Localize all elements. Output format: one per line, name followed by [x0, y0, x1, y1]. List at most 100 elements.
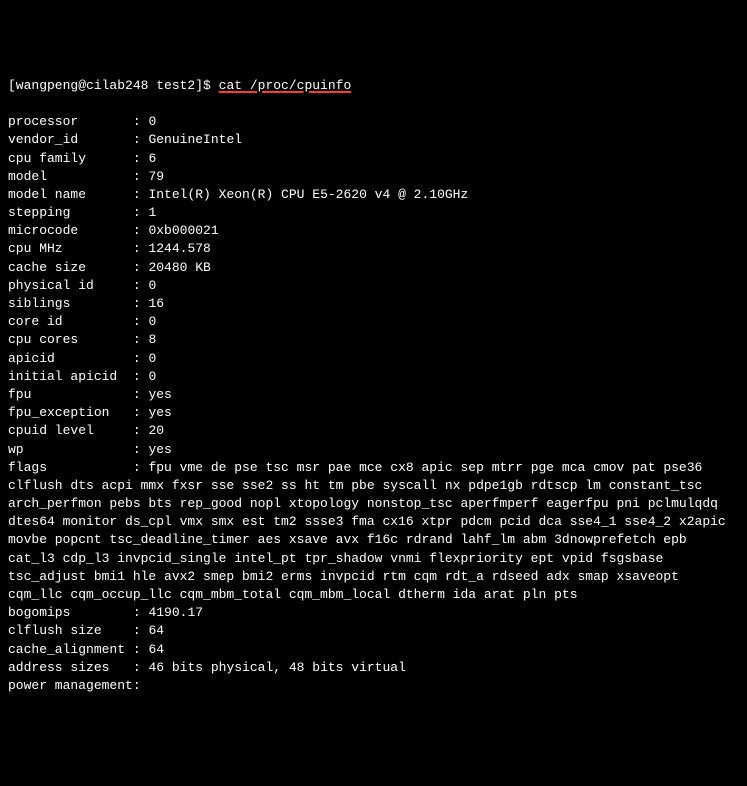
cpuinfo-line: cpu family : 6 [8, 150, 739, 168]
cpuinfo-key: bogomips [8, 604, 133, 622]
cpuinfo-line: stepping : 1 [8, 204, 739, 222]
cpuinfo-separator: : [133, 205, 149, 220]
cpuinfo-key: stepping [8, 204, 133, 222]
cpuinfo-value: 6 [148, 151, 156, 166]
cpuinfo-value: 0xb000021 [148, 223, 218, 238]
cpuinfo-key: power management [8, 677, 133, 695]
cpuinfo-value: 79 [148, 169, 164, 184]
cpuinfo-separator: : [133, 132, 149, 147]
cpuinfo-key: cpu family [8, 150, 133, 168]
cpuinfo-separator: : [133, 460, 149, 475]
cpuinfo-key: flags [8, 460, 133, 475]
cpuinfo-separator: : [133, 241, 149, 256]
cpuinfo-line: model name : Intel(R) Xeon(R) CPU E5-262… [8, 186, 739, 204]
cpuinfo-key: initial apicid [8, 368, 133, 386]
cpuinfo-separator: : [133, 423, 149, 438]
cpuinfo-line: clflush size : 64 [8, 622, 739, 640]
cpuinfo-separator: : [133, 387, 149, 402]
cpuinfo-separator: : [133, 369, 149, 384]
cpuinfo-value: 64 [148, 623, 164, 638]
cpuinfo-value: 20 [148, 423, 164, 438]
cpuinfo-line: processor : 0 [8, 113, 739, 131]
cpuinfo-separator: : [133, 405, 149, 420]
cpuinfo-key: wp [8, 441, 133, 459]
cpuinfo-value: 0 [148, 114, 156, 129]
cpuinfo-separator: : [133, 151, 149, 166]
cpuinfo-line: cpuid level : 20 [8, 422, 739, 440]
cpuinfo-key: processor [8, 113, 133, 131]
cpuinfo-value: 16 [148, 296, 164, 311]
cpuinfo-value: 0 [148, 278, 156, 293]
cpuinfo-value: 0 [148, 351, 156, 366]
cpuinfo-separator: : [133, 642, 149, 657]
cpuinfo-value: 1244.578 [148, 241, 210, 256]
cpuinfo-separator: : [133, 623, 149, 638]
cpuinfo-value: 0 [148, 314, 156, 329]
cpuinfo-line: cache_alignment : 64 [8, 641, 739, 659]
cpuinfo-value: yes [148, 405, 171, 420]
cpuinfo-line: address sizes : 46 bits physical, 48 bit… [8, 659, 739, 677]
cpuinfo-line: core id : 0 [8, 313, 739, 331]
cpuinfo-separator: : [133, 114, 149, 129]
cpuinfo-value: 1 [148, 205, 156, 220]
cpuinfo-key: model name [8, 186, 133, 204]
cpuinfo-separator: : [133, 260, 149, 275]
shell-command: cat /proc/cpuinfo [219, 78, 352, 93]
cpuinfo-separator: : [133, 351, 149, 366]
cpuinfo-flags-line: flags : fpu vme de pse tsc msr pae mce c… [8, 459, 739, 605]
cpuinfo-value: 8 [148, 332, 156, 347]
cpuinfo-value: 46 bits physical, 48 bits virtual [148, 660, 405, 675]
cpuinfo-key: apicid [8, 350, 133, 368]
cpuinfo-key: core id [8, 313, 133, 331]
cpuinfo-key: clflush size [8, 622, 133, 640]
cpuinfo-key: model [8, 168, 133, 186]
cpuinfo-line: initial apicid : 0 [8, 368, 739, 386]
cpuinfo-line: fpu : yes [8, 386, 739, 404]
cpuinfo-value: yes [148, 442, 171, 457]
cpuinfo-line: microcode : 0xb000021 [8, 222, 739, 240]
cpuinfo-line: cpu cores : 8 [8, 331, 739, 349]
cpuinfo-line: power management: [8, 677, 739, 695]
cpuinfo-line: wp : yes [8, 441, 739, 459]
shell-prompt: [wangpeng@cilab248 test2]$ [8, 78, 219, 93]
terminal-output: processor : 0vendor_id : GenuineIntelcpu… [8, 113, 739, 695]
cpuinfo-separator: : [133, 314, 149, 329]
shell-prompt-line: [wangpeng@cilab248 test2]$ cat /proc/cpu… [8, 77, 739, 95]
cpuinfo-separator: : [133, 278, 149, 293]
cpuinfo-key: cpuid level [8, 422, 133, 440]
cpuinfo-line: siblings : 16 [8, 295, 739, 313]
cpuinfo-value: yes [148, 387, 171, 402]
cpuinfo-flags-value: fpu vme de pse tsc msr pae mce cx8 apic … [8, 460, 734, 602]
cpuinfo-value: 0 [148, 369, 156, 384]
cpuinfo-separator: : [133, 332, 149, 347]
cpuinfo-key: microcode [8, 222, 133, 240]
cpuinfo-separator: : [133, 605, 149, 620]
cpuinfo-key: cache_alignment [8, 641, 133, 659]
cpuinfo-line: model : 79 [8, 168, 739, 186]
cpuinfo-key: fpu [8, 386, 133, 404]
cpuinfo-key: siblings [8, 295, 133, 313]
cpuinfo-key: cpu MHz [8, 240, 133, 258]
cpuinfo-separator: : [133, 169, 149, 184]
cpuinfo-line: cpu MHz : 1244.578 [8, 240, 739, 258]
cpuinfo-value: Intel(R) Xeon(R) CPU E5-2620 v4 @ 2.10GH… [148, 187, 468, 202]
cpuinfo-separator: : [133, 660, 149, 675]
cpuinfo-line: vendor_id : GenuineIntel [8, 131, 739, 149]
cpuinfo-separator: : [133, 678, 141, 693]
cpuinfo-value: 4190.17 [148, 605, 203, 620]
cpuinfo-line: apicid : 0 [8, 350, 739, 368]
cpuinfo-line: physical id : 0 [8, 277, 739, 295]
cpuinfo-line: cache size : 20480 KB [8, 259, 739, 277]
cpuinfo-value: GenuineIntel [148, 132, 242, 147]
cpuinfo-key: fpu_exception [8, 404, 133, 422]
cpuinfo-separator: : [133, 223, 149, 238]
cpuinfo-value: 20480 KB [148, 260, 210, 275]
cpuinfo-separator: : [133, 187, 149, 202]
cpuinfo-key: address sizes [8, 659, 133, 677]
cpuinfo-line: bogomips : 4190.17 [8, 604, 739, 622]
cpuinfo-key: vendor_id [8, 131, 133, 149]
cpuinfo-separator: : [133, 296, 149, 311]
cpuinfo-value: 64 [148, 642, 164, 657]
cpuinfo-key: cache size [8, 259, 133, 277]
cpuinfo-separator: : [133, 442, 149, 457]
